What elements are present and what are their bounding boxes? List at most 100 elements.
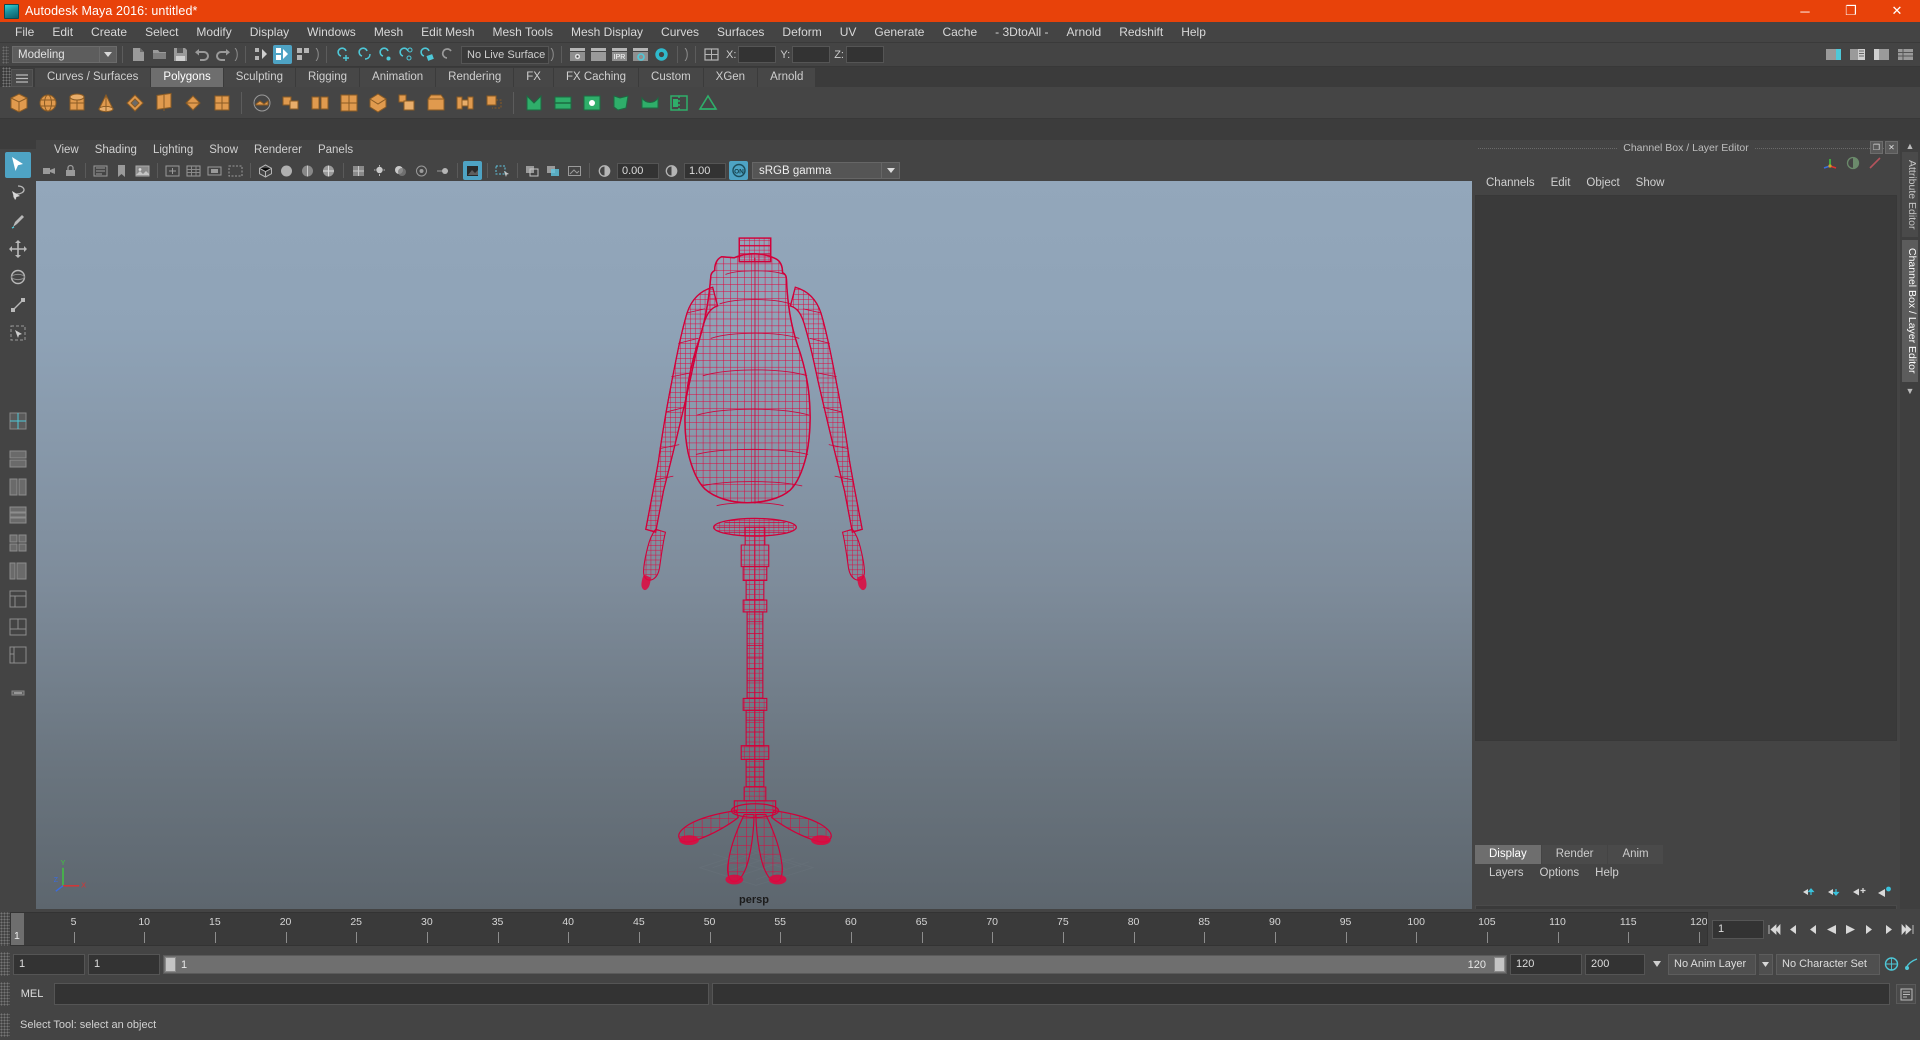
range-start-handle[interactable] [165, 956, 176, 972]
move-tool-icon[interactable] [5, 236, 31, 262]
shelf-tab-arnold[interactable]: Arnold [758, 68, 817, 87]
quad-draw-icon[interactable] [608, 90, 634, 116]
xray-mode-icon[interactable] [565, 161, 584, 180]
maximize-button[interactable]: ❐ [1828, 0, 1874, 22]
poly-disc-icon[interactable] [180, 90, 206, 116]
poly-pyramid-icon[interactable] [249, 90, 275, 116]
shelf-tab-sculpting[interactable]: Sculpting [223, 68, 297, 87]
menu-edit-mesh[interactable]: Edit Mesh [412, 22, 483, 43]
combine-icon[interactable] [278, 90, 304, 116]
channel-box-menu-channels[interactable]: Channels [1478, 174, 1543, 193]
exposure-field[interactable]: 0.00 [617, 162, 659, 179]
range-slider-grip[interactable] [0, 952, 10, 976]
menu-mesh-tools[interactable]: Mesh Tools [484, 22, 562, 43]
script-editor-icon[interactable] [1896, 984, 1916, 1004]
image-plane-icon[interactable] [133, 161, 152, 180]
menu-modify[interactable]: Modify [187, 22, 240, 43]
current-frame-field[interactable]: 1 [1712, 919, 1764, 939]
poly-sphere-icon[interactable] [35, 90, 61, 116]
chevron-down-icon[interactable] [100, 46, 117, 63]
poly-cone-icon[interactable] [93, 90, 119, 116]
viewport-menu-shading[interactable]: Shading [87, 140, 145, 160]
shelf-tab-curves-surfaces[interactable]: Curves / Surfaces [35, 68, 152, 87]
new-layer-icon[interactable] [1852, 885, 1867, 903]
extrude-icon[interactable] [394, 90, 420, 116]
render-settings-icon[interactable] [631, 45, 650, 64]
shelf-tab-fx-caching[interactable]: FX Caching [553, 68, 640, 87]
multisample-icon[interactable] [463, 161, 482, 180]
panel-drag-handle-left[interactable] [1478, 147, 1618, 149]
minimize-button[interactable]: ─ [1782, 0, 1828, 22]
camera-attributes-icon[interactable] [91, 161, 110, 180]
shelf-tab-rendering[interactable]: Rendering [436, 68, 515, 87]
select-by-hierarchy-icon[interactable] [252, 45, 271, 64]
poly-torus-icon[interactable] [122, 90, 148, 116]
redo-icon[interactable] [213, 45, 232, 64]
layer-menu-help[interactable]: Help [1587, 864, 1627, 883]
menu-help[interactable]: Help [1172, 22, 1215, 43]
command-output[interactable] [712, 983, 1890, 1005]
gamma-icon[interactable] [662, 161, 681, 180]
lock-camera-icon[interactable] [61, 161, 80, 180]
mirror-icon[interactable] [666, 90, 692, 116]
auto-keyframe-icon[interactable] [1883, 955, 1900, 974]
shelf-tab-custom[interactable]: Custom [639, 68, 704, 87]
scale-tool-icon[interactable] [5, 292, 31, 318]
paint-select-tool-icon[interactable] [5, 208, 31, 234]
key-toggle-icon[interactable] [1868, 156, 1882, 175]
open-scene-icon[interactable] [150, 45, 169, 64]
input-output-connections-icon[interactable] [702, 45, 721, 64]
shelf-grip[interactable] [2, 67, 11, 87]
bridge-icon[interactable] [452, 90, 478, 116]
vertical-tab-channel-box[interactable]: Channel Box / Layer Editor [1902, 240, 1918, 382]
menu-create[interactable]: Create [82, 22, 136, 43]
snap-to-grid-icon[interactable] [333, 45, 352, 64]
hypershade-layout-icon[interactable] [5, 614, 31, 640]
timeline-track[interactable]: 1 5 10 15 20 25 30 35 40 45 50 55 60 65 70 75 80 85 90 95 1… [10, 912, 1708, 946]
xray-icon[interactable] [523, 161, 542, 180]
step-back-frame-icon[interactable] [1804, 920, 1821, 939]
shelf-tab-polygons[interactable]: Polygons [151, 68, 224, 87]
move-layer-down-icon[interactable] [1827, 885, 1842, 903]
sculpt-icon[interactable] [637, 90, 663, 116]
tool-settings-toggle-icon[interactable] [1872, 45, 1891, 64]
more-layouts-icon[interactable] [5, 680, 31, 706]
menu-curves[interactable]: Curves [652, 22, 708, 43]
statusbar-grip[interactable] [2, 45, 9, 64]
new-layer-from-selected-icon[interactable] [1877, 885, 1892, 903]
channel-box-menu-edit[interactable]: Edit [1543, 174, 1579, 193]
hypershade-icon[interactable] [652, 45, 671, 64]
command-line-grip[interactable] [0, 982, 10, 1006]
help-line-grip[interactable] [0, 1012, 10, 1037]
step-forward-key-icon[interactable] [1880, 920, 1897, 939]
command-language-label[interactable]: MEL [13, 988, 51, 1000]
go-to-end-icon[interactable] [1899, 920, 1916, 939]
lasso-select-tool-icon[interactable] [5, 180, 31, 206]
select-by-object-icon[interactable] [273, 45, 292, 64]
shelf-menu-icon[interactable] [11, 69, 33, 87]
menu-mesh-display[interactable]: Mesh Display [562, 22, 652, 43]
two-pane-stacked-icon[interactable] [5, 474, 31, 500]
menu-file[interactable]: File [6, 22, 43, 43]
character-set-field[interactable]: No Character Set [1776, 953, 1880, 975]
menu-mesh[interactable]: Mesh [365, 22, 412, 43]
animation-preferences-icon[interactable] [1903, 955, 1920, 974]
shelf-tab-xgen[interactable]: XGen [703, 68, 759, 87]
range-end-field[interactable]: 120 [1510, 953, 1582, 975]
chevron-down-icon[interactable]: ▼ [1902, 385, 1918, 397]
menu-uv[interactable]: UV [831, 22, 866, 43]
transform-manip-icon[interactable] [1823, 156, 1838, 175]
menu-cache[interactable]: Cache [933, 22, 986, 43]
layer-tab-anim[interactable]: Anim [1608, 845, 1663, 864]
live-surface-field[interactable]: No Live Surface [461, 45, 549, 64]
animation-start-field[interactable]: 1 [13, 953, 85, 975]
layer-menu-options[interactable]: Options [1532, 864, 1588, 883]
layer-tab-display[interactable]: Display [1475, 845, 1541, 864]
play-backwards-icon[interactable] [1823, 920, 1840, 939]
chevron-down-icon[interactable] [882, 162, 900, 179]
snap-to-view-plane-icon[interactable] [417, 45, 436, 64]
four-pane-layout-icon[interactable] [5, 530, 31, 556]
select-camera-icon[interactable] [40, 161, 59, 180]
move-layer-up-icon[interactable] [1802, 885, 1817, 903]
gamma-field[interactable]: 1.00 [684, 162, 726, 179]
